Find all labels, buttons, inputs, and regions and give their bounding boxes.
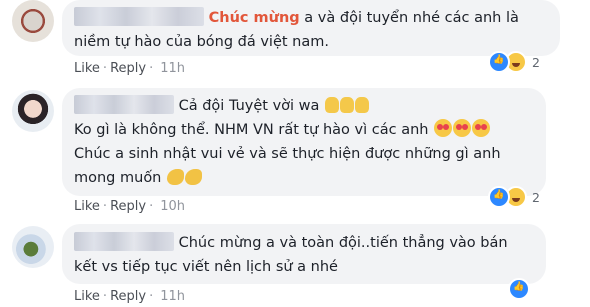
highlight-text: Chúc mừng — [208, 10, 300, 26]
reaction-count: 2 — [532, 189, 540, 205]
like-icon — [488, 51, 510, 73]
reaction-count: 2 — [532, 54, 540, 70]
comment-line: Chúc mừng a và toàn đội..tiến thẳng vào … — [178, 235, 508, 251]
timestamp[interactable]: 10h — [160, 199, 185, 214]
comment-line: Ko gì là không thể. NHM VN rất tự hào vì… — [74, 122, 429, 138]
comment-actions: Like · Reply · 11h — [74, 289, 185, 304]
comment-text: Cả đội Tuyệt vời wa Ko gì là không thể. … — [62, 88, 546, 190]
flexed-biceps-icon — [185, 169, 202, 185]
author-name-redacted[interactable] — [74, 232, 174, 251]
avatar[interactable] — [12, 0, 54, 42]
reply-link[interactable]: Reply — [110, 289, 146, 304]
clap-icon — [340, 97, 355, 113]
like-link[interactable]: Like — [74, 289, 100, 304]
dot-separator: · — [102, 61, 108, 76]
dot-separator: · — [102, 199, 108, 214]
reply-link[interactable]: Reply — [110, 199, 146, 214]
comment-bubble: Cả đội Tuyệt vời wa Ko gì là không thể. … — [62, 88, 546, 196]
avatar[interactable] — [12, 90, 54, 132]
timestamp[interactable]: 11h — [160, 61, 185, 76]
clap-icon — [355, 97, 370, 113]
heart-eyes-icon — [472, 119, 491, 137]
reaction-summary[interactable]: 2 — [488, 51, 540, 73]
comment-line: Cả đội Tuyệt vời wa — [178, 98, 320, 114]
comment-line: mong muốn — [74, 170, 162, 186]
reply-link[interactable]: Reply — [110, 61, 146, 76]
heart-eyes-icon — [434, 119, 453, 137]
heart-eyes-icon — [453, 119, 472, 137]
author-name-redacted[interactable] — [74, 95, 174, 114]
dot-separator: · — [149, 289, 154, 304]
comment-actions: Like · Reply · 10h — [74, 199, 185, 214]
dot-separator: · — [102, 289, 108, 304]
comment-text: Chúc mừng a và toàn đội..tiến thẳng vào … — [62, 224, 546, 279]
comment-line: Chúc a sinh nhật vui vẻ và sẽ thực hiện … — [74, 146, 501, 162]
comment-line: kết vs tiếp tục viết nên lịch sử a nhé — [74, 259, 338, 275]
flexed-biceps-icon — [167, 169, 184, 185]
reaction-summary[interactable] — [508, 278, 530, 300]
author-name-redacted[interactable] — [74, 7, 204, 26]
comment-line: niềm tự hào của bóng đá việt nam. — [74, 34, 329, 50]
comment-bubble: Chúc mừng a và đội tuyển nhé các anh là … — [62, 0, 560, 56]
reaction-summary[interactable]: 2 — [488, 186, 540, 208]
comment-actions: Like · Reply · 11h — [74, 61, 185, 76]
dot-separator: · — [149, 61, 154, 76]
comment-bubble: Chúc mừng a và toàn đội..tiến thẳng vào … — [62, 224, 546, 284]
like-link[interactable]: Like — [74, 199, 100, 214]
like-icon — [508, 278, 530, 300]
avatar[interactable] — [12, 226, 54, 268]
comment-line: a và đội tuyển nhé các anh là — [299, 10, 519, 26]
like-icon — [488, 186, 510, 208]
clap-icon — [325, 97, 340, 113]
comment-text: Chúc mừng a và đội tuyển nhé các anh là … — [62, 0, 560, 54]
dot-separator: · — [149, 199, 154, 214]
like-link[interactable]: Like — [74, 61, 100, 76]
timestamp[interactable]: 11h — [160, 289, 185, 304]
